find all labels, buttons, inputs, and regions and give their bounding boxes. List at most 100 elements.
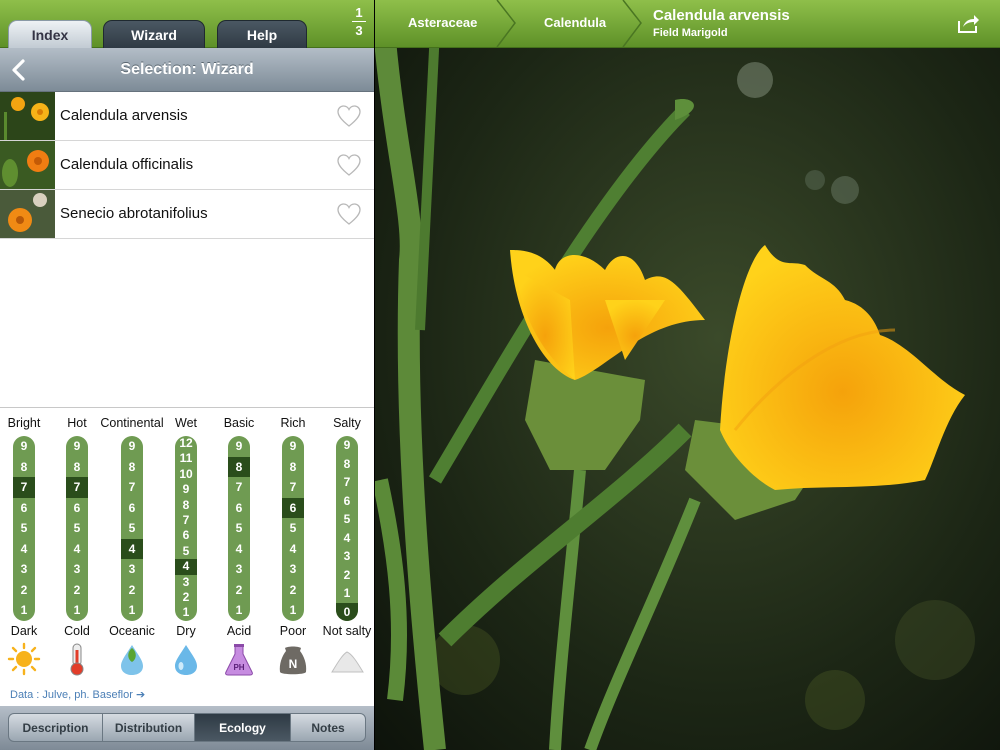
svg-text:N: N <box>289 657 298 671</box>
species-name: Calendula officinalis <box>60 156 194 173</box>
ecology-value-selected: 7 <box>13 477 35 498</box>
ecology-value: 6 <box>128 500 136 515</box>
ecology-value: 4 <box>20 541 28 556</box>
ecology-value: 3 <box>235 562 243 577</box>
list-item[interactable]: Senecio abrotanifolius <box>0 190 374 239</box>
ecology-value: 3 <box>182 574 190 589</box>
ecology-value: 9 <box>73 439 81 453</box>
ecology-panel: Bright 9 8 7 6 5 4 3 2 1 Dark Hot 9 8 7 6 5 4 3 2 1 Cold Conti… <box>0 407 374 707</box>
tab-ecology[interactable]: Ecology <box>194 713 291 742</box>
species-name: Senecio abrotanifolius <box>60 205 208 222</box>
heart-icon[interactable] <box>336 104 362 128</box>
ecology-value-selected: 6 <box>282 497 304 519</box>
nitrogen-bag-icon: N <box>276 642 310 676</box>
ecology-value: 7 <box>182 513 190 528</box>
ecology-value-selected: 7 <box>66 477 88 498</box>
ecology-value: 2 <box>20 582 28 597</box>
tab-description[interactable]: Description <box>8 713 103 742</box>
ecology-value: 6 <box>20 500 28 515</box>
page-title: Selection: Wizard <box>120 61 254 78</box>
ecology-value: 8 <box>289 459 297 474</box>
data-source-text: Data : Julve, ph. Baseflor <box>10 689 133 701</box>
ecology-value: 2 <box>289 582 297 597</box>
ecology-value: 4 <box>73 541 81 556</box>
tab-distribution[interactable]: Distribution <box>102 713 195 742</box>
ecology-value: 12 <box>179 436 193 450</box>
ecology-value: 6 <box>235 500 243 515</box>
species-title: Calendula arvensis <box>653 7 790 24</box>
ecology-value: 1 <box>235 603 243 618</box>
heart-icon[interactable] <box>336 153 362 177</box>
ecology-value: 1 <box>182 605 190 620</box>
sun-icon <box>7 642 41 676</box>
ecology-scale: 9 8 7 6 5 4 3 2 1 0 <box>336 436 358 621</box>
ecology-value: 1 <box>73 603 81 618</box>
ecology-value: 3 <box>343 549 351 563</box>
ecology-scale: 9 8 7 6 5 4 3 2 1 <box>228 436 250 621</box>
ecology-value: 7 <box>128 480 136 495</box>
nav-bar: Selection: Wizard <box>0 48 374 92</box>
tab-notes[interactable]: Notes <box>290 713 366 742</box>
ecology-value: 2 <box>73 582 81 597</box>
page-total: 3 <box>355 23 363 38</box>
ecology-value: 5 <box>343 512 351 526</box>
ecology-value: 6 <box>343 493 351 508</box>
species-thumbnail <box>0 190 55 238</box>
ecology-value: 9 <box>235 439 243 453</box>
data-source-link[interactable]: Data : Julve, ph. Baseflor ➔ <box>10 688 145 701</box>
ecology-value: 5 <box>182 543 190 558</box>
page-current: 1 <box>355 5 363 20</box>
photo-panel: Asteraceae Calendula Calendula arvensis … <box>375 0 1000 750</box>
share-icon[interactable] <box>956 12 980 34</box>
ecology-value-selected: 4 <box>121 538 143 560</box>
svg-text:PH: PH <box>233 663 244 672</box>
ecology-top-label: Salty <box>333 416 361 430</box>
ecology-value-selected: 0 <box>336 602 358 621</box>
species-photo[interactable] <box>375 0 1000 750</box>
ecology-value: 9 <box>128 439 136 453</box>
bottom-segment-bar: Description Distribution Ecology Notes <box>0 706 374 750</box>
ecology-value: 5 <box>235 521 243 536</box>
ecology-value: 4 <box>289 541 297 556</box>
ecology-value: 8 <box>73 459 81 474</box>
species-list: Calendula arvensis Calendula officinalis <box>0 92 374 239</box>
common-name: Field Marigold <box>653 27 728 39</box>
tab-index[interactable]: Index <box>8 20 92 48</box>
thermometer-icon <box>60 642 94 676</box>
water-drop-icon <box>169 642 203 676</box>
ecology-value: 8 <box>182 497 190 512</box>
species-thumbnail <box>0 141 55 189</box>
ecology-scale: 9 8 7 6 5 4 3 2 1 <box>66 436 88 621</box>
heart-icon[interactable] <box>336 202 362 226</box>
ecology-value-selected: 4 <box>175 559 197 575</box>
breadcrumb-genus[interactable]: Calendula <box>544 0 606 46</box>
ecology-value: 6 <box>182 528 190 543</box>
list-item[interactable]: Calendula officinalis <box>0 141 374 190</box>
breadcrumb-family[interactable]: Asteraceae <box>408 0 477 46</box>
ecology-value: 1 <box>128 603 136 618</box>
ecology-value: 9 <box>289 439 297 453</box>
ecology-value: 3 <box>20 562 28 577</box>
ecology-value: 1 <box>343 586 351 600</box>
ecology-value: 1 <box>289 603 297 618</box>
ecology-value: 5 <box>20 521 28 536</box>
ecology-column: Salty 9 8 7 6 5 4 3 2 1 0 Not salty <box>317 416 377 676</box>
tab-help[interactable]: Help <box>217 20 307 48</box>
ecology-scale: 12 11 10 9 8 7 6 5 4 3 2 1 <box>175 436 197 621</box>
species-thumbnail <box>0 92 55 140</box>
ecology-bottom-label: Not salty <box>322 624 372 638</box>
tab-wizard[interactable]: Wizard <box>103 20 205 48</box>
flask-icon: PH <box>222 642 256 676</box>
ecology-value: 3 <box>128 562 136 577</box>
ecology-scale: 9 8 7 6 5 4 3 2 1 <box>282 436 304 621</box>
top-tab-bar: Index Wizard Help 1 3 <box>0 0 374 48</box>
ecology-value: 7 <box>235 480 243 495</box>
ecology-value: 5 <box>128 521 136 536</box>
arrow-right-icon: ➔ <box>135 689 146 701</box>
ecology-value: 6 <box>73 500 81 515</box>
ecology-value: 1 <box>20 603 28 618</box>
list-item[interactable]: Calendula arvensis <box>0 92 374 141</box>
ecology-value: 5 <box>73 521 81 536</box>
ecology-value: 10 <box>179 466 193 481</box>
ecology-value: 7 <box>289 480 297 495</box>
